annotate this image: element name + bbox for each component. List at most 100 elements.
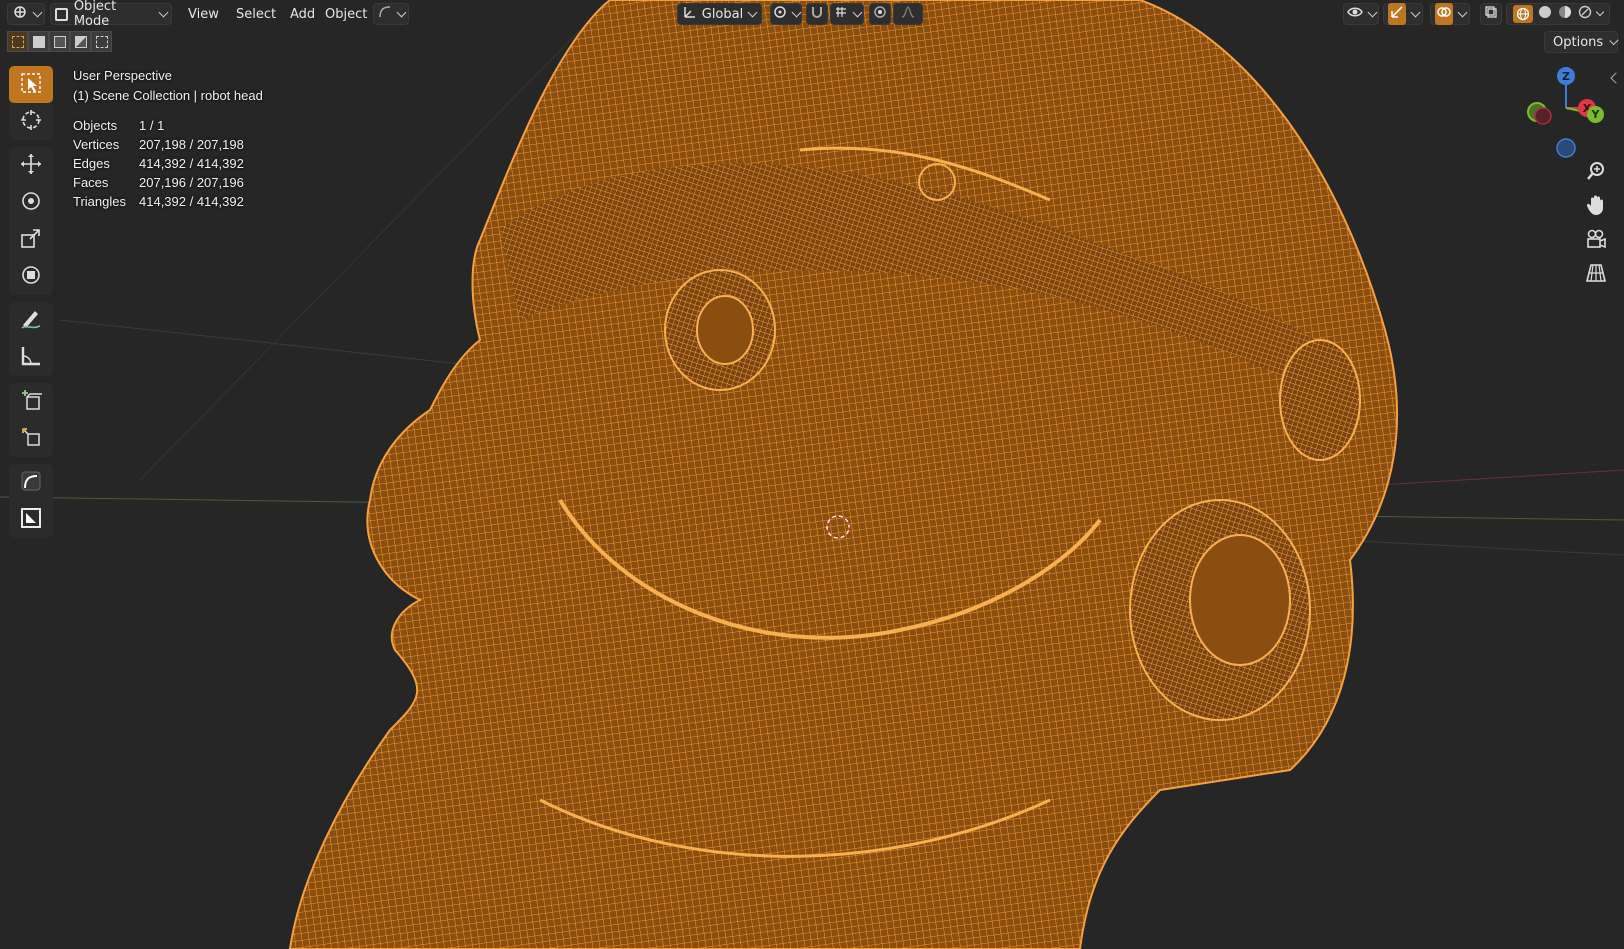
scene-statistics: Objects 1 / 1 Vertices 207,198 / 207,198 E… (73, 116, 263, 211)
z-axis-label: Z (1562, 69, 1570, 83)
magnet-icon (810, 5, 824, 23)
y-axis-handle[interactable]: Y (1587, 106, 1604, 123)
orientation-label: Global (701, 6, 744, 22)
stat-value: 207,198 / 207,198 (139, 137, 244, 152)
cursor-tool[interactable] (9, 103, 53, 140)
gizmo-dropdown[interactable] (1383, 3, 1423, 25)
snap-target-dropdown[interactable] (830, 3, 864, 25)
zoom-button[interactable] (1580, 157, 1612, 189)
menu-view[interactable]: View (180, 3, 227, 25)
annotate-tool[interactable] (9, 302, 53, 339)
stat-row: Faces 207,196 / 207,196 (73, 173, 263, 192)
image-icon (19, 506, 43, 534)
select-subtract-button[interactable] (49, 31, 70, 52)
gpencil-dropdown[interactable] (373, 3, 409, 25)
select-intersect-icon (95, 35, 108, 48)
options-dropdown[interactable]: Options (1544, 31, 1618, 53)
options-label: Options (1553, 34, 1604, 50)
stat-label: Faces (73, 175, 109, 190)
rotate-tool[interactable] (9, 184, 53, 221)
transform-orientation-dropdown[interactable]: Global (677, 3, 762, 25)
select-new-icon (11, 35, 24, 48)
falloff-dropdown[interactable] (893, 3, 923, 25)
mode-dropdown[interactable]: Object Mode (50, 0, 172, 29)
grid-icon (1585, 262, 1607, 288)
xray-icon (1484, 5, 1498, 23)
select-mode-group (7, 31, 112, 53)
solid-shading-icon[interactable] (1538, 5, 1552, 23)
hand-icon (1585, 194, 1607, 220)
editor-type-icon (12, 4, 28, 24)
select-extend-button[interactable] (28, 31, 49, 52)
stat-row: Triangles 414,392 / 414,392 (73, 192, 263, 211)
scale-icon (19, 226, 43, 254)
snap-grid-icon (834, 5, 848, 23)
add-cube-icon (19, 388, 43, 416)
perspective-toggle-button[interactable] (1580, 259, 1612, 291)
select-box-icon (19, 71, 43, 99)
overlays-icon (1434, 3, 1453, 25)
select-invert-button[interactable] (70, 31, 91, 52)
select-extend-icon (32, 35, 45, 48)
viewport-header: Object Mode View Select Add Object Globa… (0, 0, 1624, 29)
add-cube-tool[interactable] (9, 383, 53, 420)
curve-tool[interactable] (9, 464, 53, 501)
transform-icon (19, 263, 43, 291)
snap-toggle[interactable] (806, 3, 828, 25)
measure-icon (19, 344, 43, 372)
zoom-icon (1585, 160, 1607, 186)
camera-icon (1585, 228, 1607, 254)
stat-label: Edges (73, 156, 110, 171)
extrude-icon (19, 425, 43, 453)
cursor-icon (19, 108, 43, 136)
extrude-tool[interactable] (9, 420, 53, 457)
falloff-icon (901, 5, 915, 23)
transform-tool[interactable] (9, 258, 53, 295)
stat-value: 207,196 / 207,196 (139, 175, 244, 190)
stat-row: Vertices 207,198 / 207,198 (73, 135, 263, 154)
z-axis-handle[interactable]: Z (1557, 67, 1575, 85)
measure-tool[interactable] (9, 339, 53, 376)
stat-value: 414,392 / 414,392 (139, 194, 244, 209)
xray-toggle[interactable] (1480, 3, 1502, 25)
collection-info: (1) Scene Collection | robot head (73, 88, 263, 103)
menu-object[interactable]: Object (317, 3, 375, 25)
y-axis-label: Y (1591, 108, 1600, 121)
select-new-button[interactable] (7, 31, 28, 52)
viewport-info-overlay: User Perspective (1) Scene Collection | … (73, 66, 263, 211)
proportional-edit-toggle[interactable] (869, 3, 891, 25)
object-mode-icon (55, 7, 68, 21)
chevron-down-icon[interactable] (1595, 7, 1605, 17)
mode-label: Object Mode (73, 0, 117, 29)
robot-head-mesh (288, 0, 1399, 949)
orientation-icon (683, 5, 697, 23)
wireframe-shading-icon[interactable] (1512, 5, 1533, 23)
material-shading-icon[interactable] (1558, 5, 1572, 23)
tool-shelf (9, 66, 53, 545)
stat-row: Objects 1 / 1 (73, 116, 263, 135)
pan-button[interactable] (1580, 191, 1612, 223)
pivot-icon (773, 5, 787, 23)
scale-tool[interactable] (9, 221, 53, 258)
navigation-gizmo[interactable]: Z X Y (1515, 60, 1615, 170)
move-icon (19, 152, 43, 180)
editor-type-dropdown[interactable] (7, 3, 45, 25)
annotate-icon (19, 307, 43, 335)
visibility-dropdown[interactable] (1343, 3, 1379, 25)
rendered-shading-icon[interactable] (1578, 5, 1592, 23)
view-name: User Perspective (73, 68, 172, 83)
move-tool[interactable] (9, 147, 53, 184)
curve-icon (378, 5, 392, 23)
pivot-dropdown[interactable] (770, 3, 802, 25)
proportional-icon (873, 5, 887, 23)
menu-select[interactable]: Select (228, 3, 284, 25)
curve-icon (19, 469, 43, 497)
select-subtract-icon (53, 35, 66, 48)
select-intersect-button[interactable] (91, 31, 112, 52)
overlays-dropdown[interactable] (1430, 3, 1470, 25)
gizmo-icon (1387, 3, 1406, 25)
select-box-tool[interactable] (9, 66, 53, 103)
camera-view-button[interactable] (1580, 225, 1612, 257)
stat-label: Objects (73, 118, 118, 133)
image-tool[interactable] (9, 501, 53, 538)
